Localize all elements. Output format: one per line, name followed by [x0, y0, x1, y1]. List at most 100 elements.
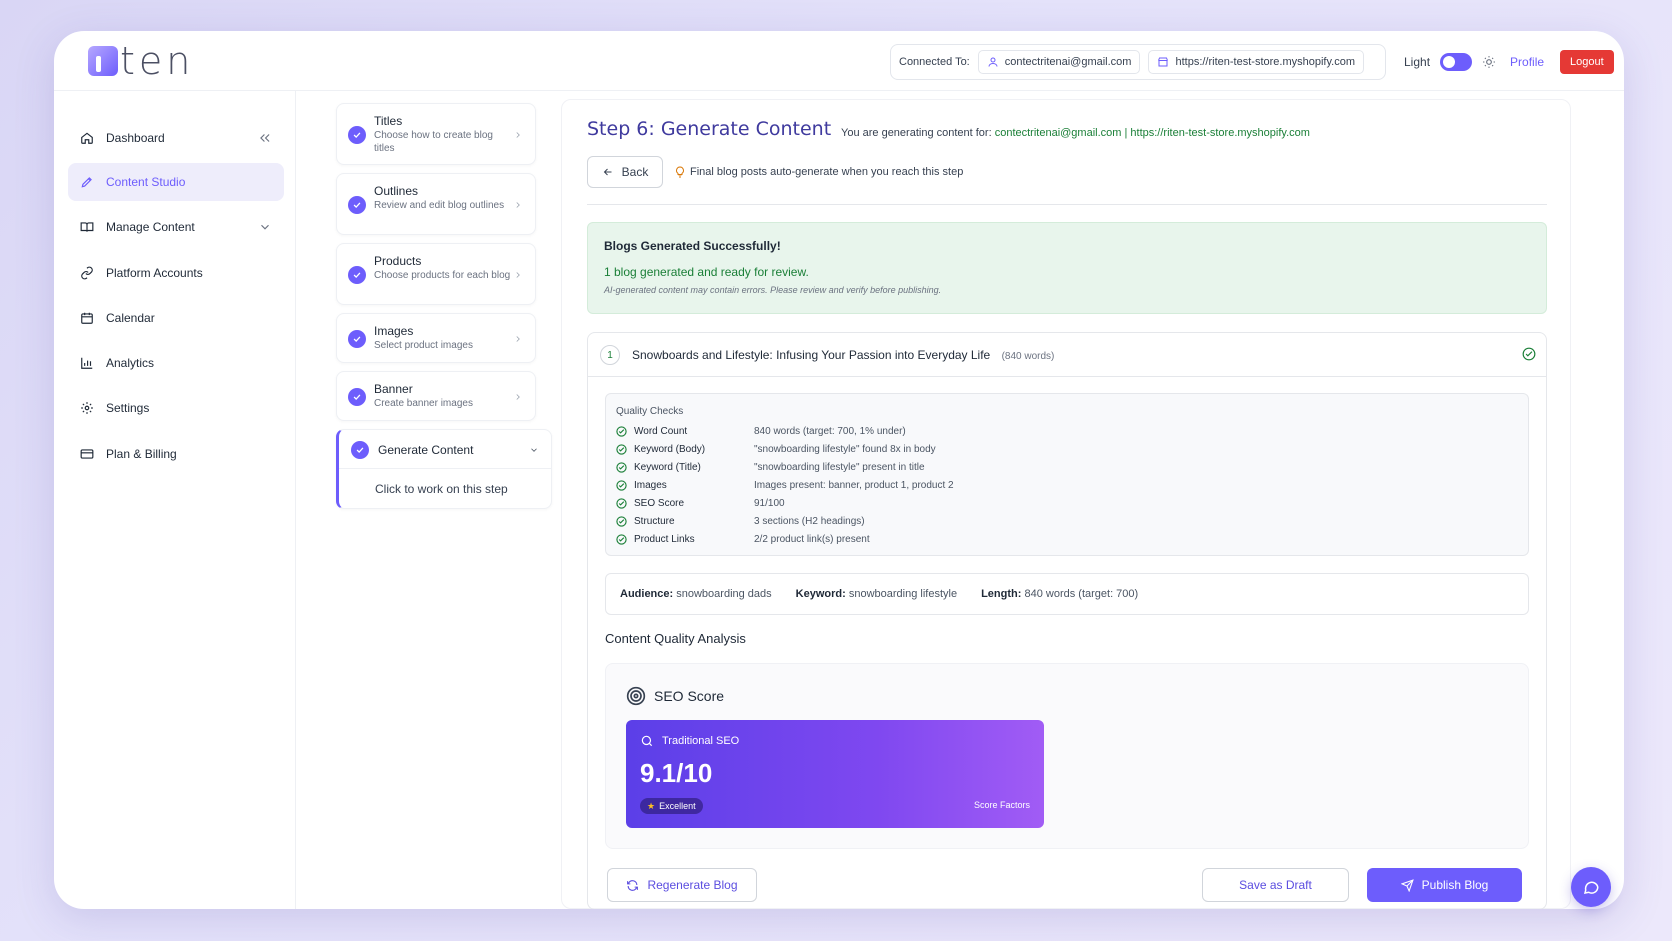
- qc-label: Word Count: [634, 425, 688, 437]
- sidebar-item-platform-accounts[interactable]: Platform Accounts: [68, 254, 284, 292]
- logo-text: ten: [120, 39, 195, 83]
- length-value: 840 words (target: 700): [1024, 588, 1139, 600]
- page-title: Step 6: Generate Content: [587, 118, 832, 140]
- content-quality-title: Content Quality Analysis: [605, 631, 746, 646]
- step-divider: [339, 468, 551, 469]
- quality-check-row: Keyword (Body) "snowboarding lifestyle" …: [616, 442, 936, 456]
- meta-audience: Audience: snowboarding dads: [620, 588, 772, 600]
- qc-label: Product Links: [634, 533, 695, 545]
- sidebar-item-label: Settings: [106, 401, 150, 415]
- blog-number: 1: [600, 345, 620, 365]
- quality-check-row: Word Count 840 words (target: 700, 1% un…: [616, 424, 906, 438]
- blog-header[interactable]: 1 Snowboards and Lifestyle: Infusing You…: [588, 333, 1546, 377]
- sidebar-item-label: Analytics: [106, 356, 155, 370]
- success-note: AI-generated content may contain errors.…: [604, 285, 942, 295]
- blog-word-count: (840 words): [1001, 351, 1055, 362]
- chat-icon: [1583, 881, 1599, 894]
- traditional-seo-card: Traditional SEO 9.1/10 ★ Excellent Score…: [626, 720, 1044, 828]
- link-icon: [81, 266, 93, 280]
- step-check: [348, 330, 366, 348]
- store-chip[interactable]: https://riten-test-store.myshopify.com: [1148, 50, 1364, 74]
- account-chip[interactable]: contectritenai@gmail.com: [977, 50, 1141, 74]
- sun-icon: [1483, 56, 1495, 68]
- back-button[interactable]: Back: [587, 156, 663, 188]
- chart-icon: [81, 357, 93, 369]
- card-icon: [80, 449, 94, 459]
- send-icon: [1400, 878, 1414, 892]
- step-work-link[interactable]: Click to work on this step: [375, 482, 508, 496]
- sidebar-item-content-studio[interactable]: Content Studio: [68, 163, 284, 201]
- score-factors-link[interactable]: Score Factors: [974, 800, 1030, 810]
- chevron-right-icon: [516, 272, 520, 278]
- step-titles[interactable]: Titles Choose how to create blog titles: [336, 103, 536, 165]
- logo: ten: [88, 39, 195, 83]
- check-icon: [353, 132, 361, 138]
- check-circle-icon: [616, 443, 627, 455]
- sidebar-item-label: Plan & Billing: [106, 447, 177, 461]
- quality-checks: Quality Checks Word Count 840 words (tar…: [605, 393, 1529, 556]
- check-circle-icon: [616, 425, 627, 437]
- theme-toggle[interactable]: [1440, 53, 1473, 71]
- seo-card-title: Traditional SEO: [662, 735, 740, 747]
- step-check: [348, 126, 366, 144]
- sidebar-item-calendar[interactable]: Calendar: [68, 299, 284, 337]
- qc-label: Keyword (Title): [634, 461, 701, 473]
- save-draft-button[interactable]: Save as Draft: [1202, 868, 1349, 902]
- collapse-icon[interactable]: [258, 131, 272, 145]
- check-icon: [356, 447, 364, 453]
- qc-label: Images: [634, 479, 667, 491]
- sidebar-item-manage-content[interactable]: Manage Content: [68, 208, 284, 246]
- step-images[interactable]: Images Select product images: [336, 313, 536, 363]
- step-banner[interactable]: Banner Create banner images: [336, 371, 536, 421]
- logout-button[interactable]: Logout: [1560, 50, 1614, 74]
- blog-card: 1 Snowboards and Lifestyle: Infusing You…: [587, 332, 1547, 909]
- hint-text: Final blog posts auto-generate when you …: [690, 166, 964, 178]
- sidebar-item-dashboard[interactable]: Dashboard: [68, 119, 284, 157]
- star-icon: ★: [647, 800, 656, 811]
- step-desc: Select product images: [374, 340, 473, 351]
- sidebar: Dashboard Content Studio Manage Content …: [54, 91, 296, 909]
- publish-blog-button[interactable]: Publish Blog: [1367, 868, 1522, 902]
- chat-button[interactable]: [1571, 867, 1611, 907]
- book-icon: [80, 222, 94, 232]
- step-outlines[interactable]: Outlines Review and edit blog outlines: [336, 173, 536, 235]
- back-label: Back: [621, 165, 649, 179]
- seo-badge-label: Excellent: [659, 801, 696, 811]
- step-check: [348, 388, 366, 406]
- sidebar-item-settings[interactable]: Settings: [68, 389, 284, 427]
- connection-box: Connected To: contectritenai@gmail.com h…: [890, 44, 1386, 80]
- qc-label: SEO Score: [634, 497, 685, 509]
- sidebar-item-analytics[interactable]: Analytics: [68, 344, 284, 382]
- check-circle-icon: [616, 515, 627, 527]
- blog-title-text: Snowboards and Lifestyle: Infusing Your …: [632, 348, 991, 362]
- regenerate-label: Regenerate Blog: [647, 878, 738, 892]
- generating-for-prefix: You are generating content for:: [841, 127, 992, 139]
- seo-card-head: Traditional SEO: [640, 734, 739, 748]
- sidebar-item-plan-billing[interactable]: Plan & Billing: [68, 435, 284, 473]
- profile-link[interactable]: Profile: [1510, 55, 1544, 69]
- divider: [587, 204, 1547, 205]
- check-icon: [353, 202, 361, 208]
- qc-value: Images present: banner, product 1, produ…: [754, 479, 954, 491]
- regenerate-blog-button[interactable]: Regenerate Blog: [607, 868, 757, 902]
- meta-length: Length: 840 words (target: 700): [981, 588, 1138, 600]
- check-icon: [353, 394, 361, 400]
- quality-check-row: SEO Score 91/100: [616, 496, 785, 510]
- qc-value: 3 sections (H2 headings): [754, 515, 865, 527]
- lightbulb-icon: [676, 166, 684, 178]
- check-circle-icon: [1522, 347, 1536, 361]
- generating-for-value[interactable]: contectritenai@gmail.com | https://riten…: [995, 127, 1310, 139]
- quality-check-row: Keyword (Title) "snowboarding lifestyle"…: [616, 460, 925, 474]
- sidebar-item-label: Calendar: [106, 311, 155, 325]
- check-icon: [353, 272, 361, 278]
- step-generate-content[interactable]: Generate Content Click to work on this s…: [336, 429, 552, 509]
- step-products[interactable]: Products Choose products for each blog: [336, 243, 536, 305]
- top-header: ten Connected To: contectritenai@gmail.c…: [54, 31, 1624, 91]
- qc-label: Structure: [634, 515, 675, 527]
- step-title: Images: [374, 324, 414, 338]
- keyword-value: snowboarding lifestyle: [848, 588, 958, 600]
- audience-value: snowboarding dads: [676, 588, 772, 600]
- theme-label: Light: [1404, 55, 1431, 69]
- check-circle-icon: [616, 461, 627, 473]
- qc-value: 91/100: [754, 497, 785, 509]
